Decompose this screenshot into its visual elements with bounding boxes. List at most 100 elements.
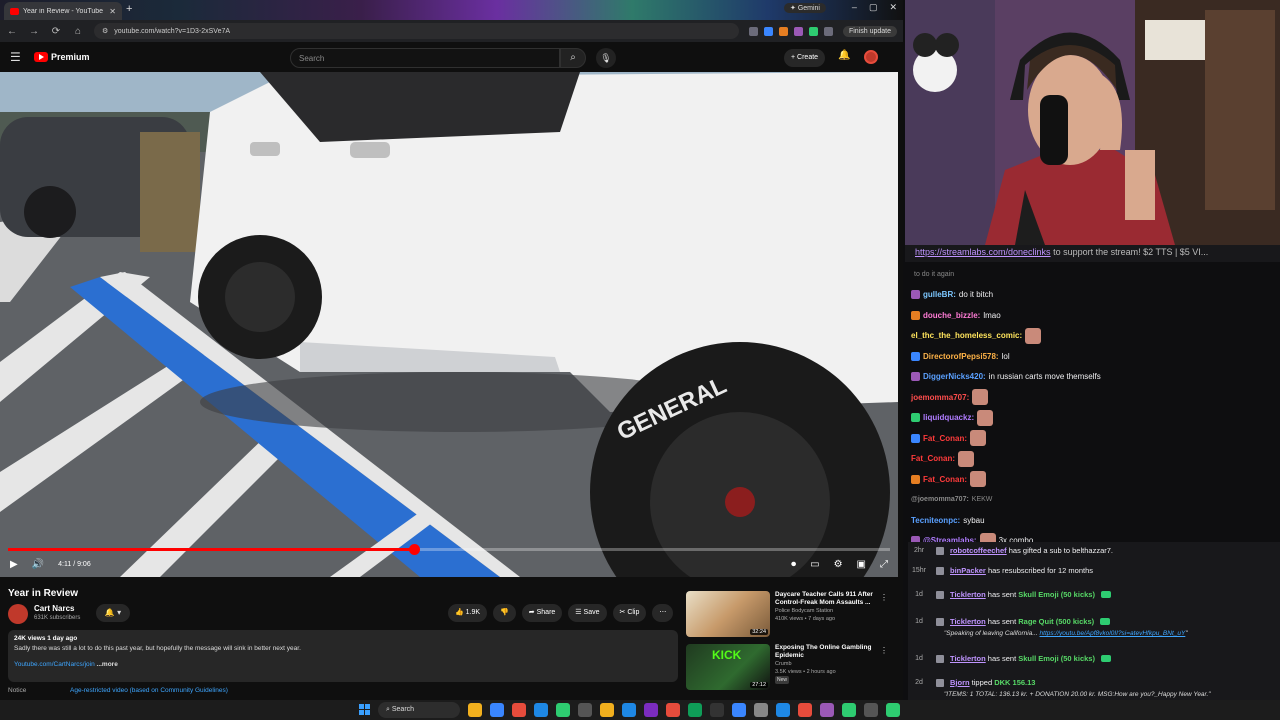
video-thumbnail[interactable]: 32:24 [686, 591, 770, 637]
home-icon[interactable]: ⌂ [72, 26, 84, 37]
more-link[interactable]: ...more [97, 661, 118, 668]
chat-username[interactable]: Fat_Conan: [923, 434, 967, 443]
youtube-logo[interactable]: Premium [34, 52, 90, 62]
event-username[interactable]: Ticklerton [950, 654, 986, 663]
close-window-icon[interactable]: ✕ [889, 2, 897, 13]
notifications-bell-icon[interactable]: 🔔 [838, 50, 850, 61]
channel-name[interactable]: Cart Narcs [34, 604, 74, 613]
windows-start-icon[interactable] [359, 704, 371, 716]
clip-button[interactable]: ✂ Clip [612, 604, 647, 622]
event-message-link[interactable]: https://youtu.be/Apf8vkol0II?si=atevHfkp… [1040, 630, 1186, 637]
taskbar-app-icon[interactable] [754, 703, 768, 717]
chat-username[interactable]: el_thc_the_homeless_comic: [911, 331, 1022, 340]
more-actions-icon[interactable]: ⋯ [652, 604, 674, 622]
event-type-icon[interactable] [936, 546, 944, 555]
reload-icon[interactable]: ⟳ [50, 26, 62, 37]
fullscreen-icon[interactable]: ⤢ [880, 559, 888, 570]
share-button[interactable]: ➦ Share [521, 604, 563, 622]
taskbar-app-icon[interactable] [864, 703, 878, 717]
scrubber-handle[interactable] [408, 544, 420, 555]
extension-icon[interactable] [778, 26, 788, 36]
extension-icon[interactable] [823, 26, 833, 36]
settings-icon[interactable]: ⚙ [834, 559, 843, 570]
forward-icon[interactable]: → [28, 26, 40, 37]
taskbar-app-icon[interactable] [622, 703, 636, 717]
more-options-icon[interactable]: ⋮ [880, 646, 888, 655]
url-field[interactable]: ⚙ youtube.com/watch?v=1D3-2xSVe7A [94, 23, 739, 39]
search-icon[interactable]: ⌕ [560, 48, 586, 68]
event-type-icon[interactable] [936, 590, 944, 599]
channel-avatar[interactable] [8, 604, 28, 624]
gemini-button[interactable]: ✦ Gemini [784, 3, 826, 13]
taskbar-app-icon[interactable] [468, 703, 482, 717]
event-username[interactable]: Ticklerton [950, 617, 986, 626]
like-button[interactable]: 👍 1.9K [448, 604, 488, 622]
site-info-icon[interactable]: ⚙ [102, 27, 108, 35]
taskbar-app-icon[interactable] [578, 703, 592, 717]
taskbar-app-icon[interactable] [776, 703, 790, 717]
event-username[interactable]: robotcoffeechef [950, 546, 1007, 555]
taskbar-app-icon[interactable] [798, 703, 812, 717]
extension-icon[interactable] [793, 26, 803, 36]
account-avatar[interactable] [864, 50, 878, 64]
taskbar-app-icon[interactable] [666, 703, 680, 717]
chat-username[interactable]: Fat_Conan: [923, 475, 967, 484]
taskbar-app-icon[interactable] [644, 703, 658, 717]
taskbar-app-icon[interactable] [732, 703, 746, 717]
subscription-bell-button[interactable]: 🔔 ▾ [96, 604, 130, 622]
chat-username[interactable]: DirectorofPepsi578: [923, 352, 999, 361]
back-icon[interactable]: ← [6, 26, 18, 37]
minimize-icon[interactable]: – [852, 2, 857, 13]
autoplay-toggle[interactable]: ⏺ [791, 559, 796, 570]
finish-update-button[interactable]: Finish update [842, 25, 897, 37]
event-username[interactable]: binPacker [950, 566, 986, 575]
chat-username[interactable]: Fat_Conan: [911, 454, 955, 463]
extension-icon[interactable] [763, 26, 773, 36]
taskbar-app-icon[interactable] [600, 703, 614, 717]
more-options-icon[interactable]: ⋮ [880, 593, 888, 602]
close-icon[interactable]: ✕ [109, 7, 116, 16]
new-tab-button[interactable]: + [126, 3, 132, 15]
play-icon[interactable]: ▶ [10, 559, 18, 570]
chat-username[interactable]: gulleBR: [923, 290, 956, 299]
volume-icon[interactable]: 🔊 [32, 559, 44, 570]
recommendation-item[interactable]: KICK 27:12 Exposing The Online Gambling … [686, 644, 896, 696]
notice-value[interactable]: Age-restricted video (based on Community… [70, 687, 228, 694]
chat-username[interactable]: DiggerNicks420: [923, 372, 986, 381]
streamlabs-link[interactable]: https://streamlabs.com/doneclinks [915, 247, 1051, 257]
event-type-icon[interactable] [936, 566, 944, 575]
rec-title[interactable]: Exposing The Online Gambling Epidemic [775, 644, 896, 660]
menu-icon[interactable]: ☰ [10, 50, 26, 64]
taskbar-app-icon[interactable] [490, 703, 504, 717]
recommendation-item[interactable]: 32:24 Daycare Teacher Calls 911 After Co… [686, 591, 896, 643]
microphone-icon[interactable]: 🎙 [596, 48, 616, 68]
search-input[interactable]: Search [290, 48, 560, 68]
chat-username[interactable]: Tecniteonpc: [911, 516, 960, 525]
event-type-icon[interactable] [936, 617, 944, 626]
video-progress-bar[interactable] [8, 544, 890, 555]
event-username[interactable]: Ticklerton [950, 590, 986, 599]
maximize-icon[interactable]: ▢ [869, 2, 878, 13]
extension-icon[interactable] [748, 26, 758, 36]
event-username[interactable]: Bjorn [950, 678, 970, 687]
theater-mode-icon[interactable]: ▣ [857, 559, 866, 570]
video-thumbnail[interactable]: KICK 27:12 [686, 644, 770, 690]
taskbar-app-icon[interactable] [842, 703, 856, 717]
chat-username[interactable]: joemomma707: [911, 393, 969, 402]
extension-icon[interactable] [808, 26, 818, 36]
taskbar-app-icon[interactable] [512, 703, 526, 717]
taskbar-app-icon[interactable] [820, 703, 834, 717]
taskbar-app-icon[interactable] [556, 703, 570, 717]
taskbar-app-icon[interactable] [710, 703, 724, 717]
taskbar-app-icon[interactable] [688, 703, 702, 717]
event-type-icon[interactable] [936, 654, 944, 663]
chat-username[interactable]: @joemomma707: [911, 496, 969, 503]
save-button[interactable]: ☰ Save [568, 604, 607, 622]
tab-youtube[interactable]: Year in Review - YouTube ✕ [4, 2, 122, 20]
description-link[interactable]: Youtube.com/CartNarcs/join [14, 661, 95, 668]
dislike-button[interactable]: 👎 [493, 604, 516, 622]
chat-username[interactable]: liquidquackz: [923, 413, 974, 422]
description-box[interactable]: 24K views 1 day ago Sadly there was stil… [8, 630, 678, 682]
create-button[interactable]: + Create [784, 49, 826, 67]
chat-username[interactable]: douche_bizzle: [923, 311, 980, 320]
